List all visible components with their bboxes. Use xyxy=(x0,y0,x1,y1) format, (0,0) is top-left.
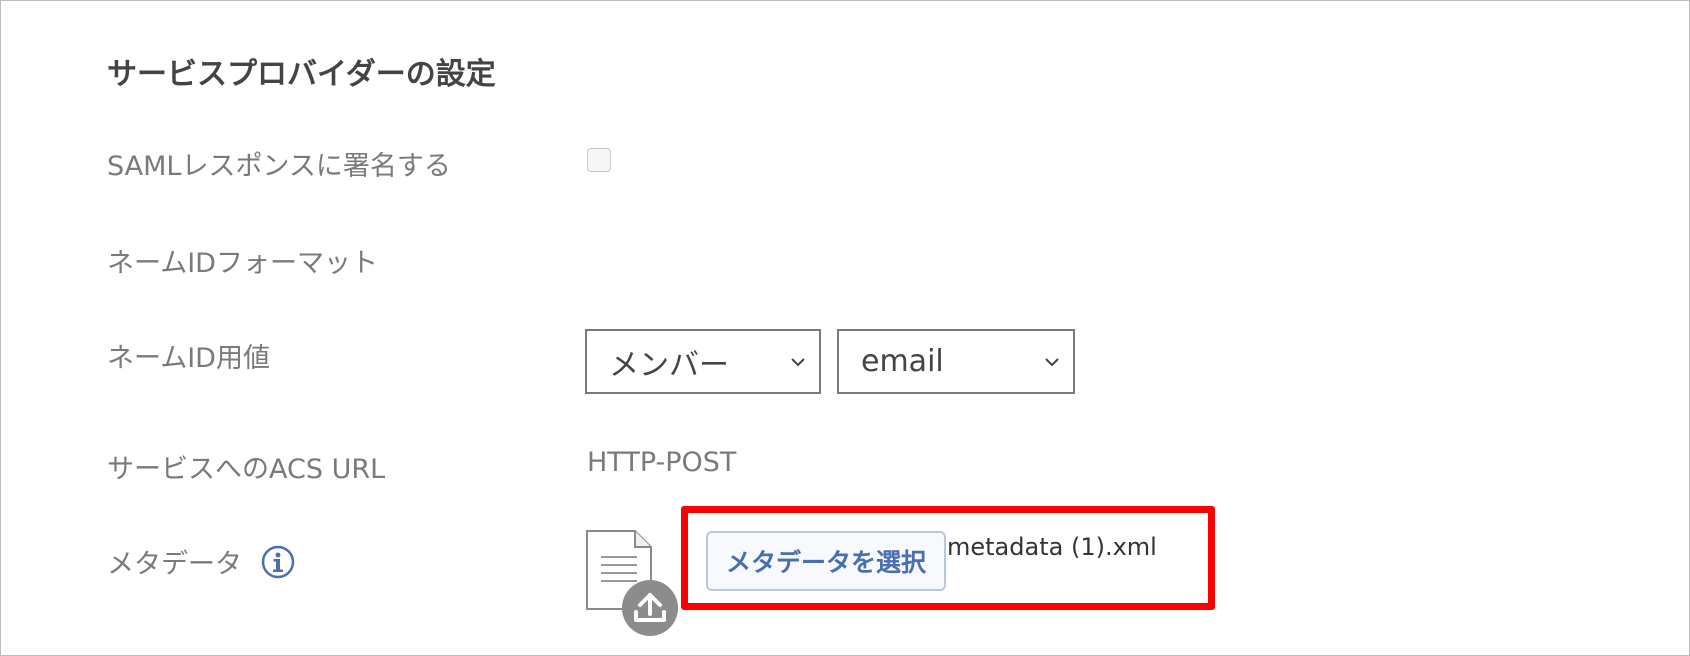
metadata-filename: metadata (1).xml xyxy=(947,533,1157,561)
section-title: サービスプロバイダーの設定 xyxy=(107,57,496,92)
sign-saml-checkbox[interactable] xyxy=(587,148,611,172)
chevron-down-icon xyxy=(1045,358,1059,367)
upload-icon[interactable] xyxy=(621,579,679,637)
nameid-value-label: ネームID用値 xyxy=(107,343,270,374)
nameid-source-value: メンバー xyxy=(609,347,729,383)
nameid-source-select[interactable]: メンバー xyxy=(585,329,821,394)
nameid-format-label: ネームIDフォーマット xyxy=(107,248,378,279)
nameid-attribute-value: email xyxy=(861,344,944,379)
sign-saml-label: SAMLレスポンスに署名する xyxy=(107,151,451,182)
metadata-label: メタデータ xyxy=(107,549,242,580)
acs-url-value: HTTP-POST xyxy=(587,447,737,478)
nameid-attribute-select[interactable]: email xyxy=(837,329,1075,394)
info-icon[interactable] xyxy=(261,545,295,579)
acs-url-label: サービスへのACS URL xyxy=(107,454,386,485)
settings-panel: サービスプロバイダーの設定 SAMLレスポンスに署名する ネームIDフォーマット… xyxy=(0,0,1690,656)
choose-metadata-button[interactable]: メタデータを選択 xyxy=(706,531,946,591)
chevron-down-icon xyxy=(791,358,805,367)
